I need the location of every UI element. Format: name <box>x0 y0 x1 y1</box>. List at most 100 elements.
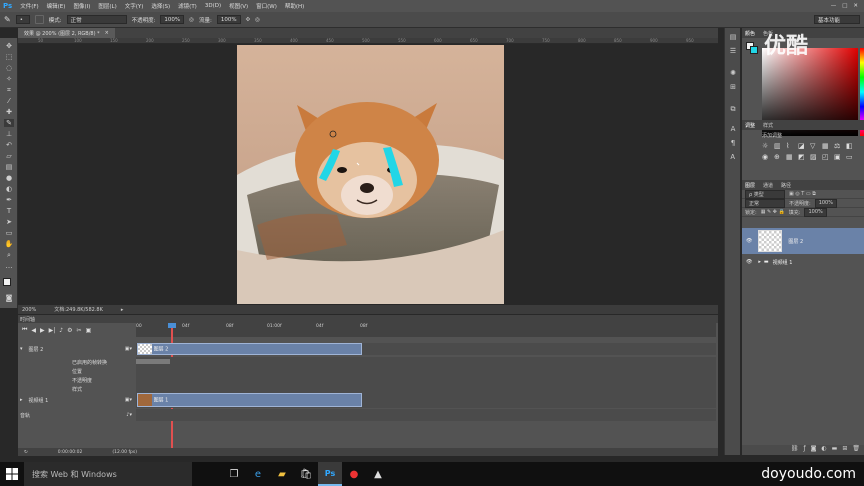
timeline-clip[interactable]: 图层 2 <box>137 343 362 355</box>
photoshop-taskbar-icon[interactable]: Ps <box>318 462 342 486</box>
opacity-input[interactable]: 100% <box>160 15 185 24</box>
blend-mode-select[interactable]: 正常 <box>745 198 785 208</box>
menu-select[interactable]: 选择(S) <box>147 2 174 10</box>
audio-icon[interactable]: ♪ <box>59 327 63 334</box>
photo-filter-icon[interactable]: ◉ <box>762 153 772 161</box>
clip-menu-icon[interactable]: ▣▾ <box>125 397 132 403</box>
expand-arrow-icon[interactable]: ▸ <box>758 259 761 265</box>
more-tools-icon[interactable]: … <box>4 262 14 270</box>
pressure-size-icon[interactable]: ◎ <box>255 17 260 23</box>
tab-color[interactable]: 颜色 <box>745 30 755 37</box>
properties-icon[interactable]: ☰ <box>728 46 738 56</box>
property-row[interactable]: 样式 <box>18 384 136 394</box>
trash-icon[interactable]: 🗑 <box>852 445 860 455</box>
next-frame-icon[interactable]: ▶| <box>49 327 56 334</box>
healing-tool-icon[interactable]: ✚ <box>4 108 14 116</box>
path-selection-tool-icon[interactable]: ➤ <box>4 218 14 226</box>
layer-row[interactable]: 👁 ▸ ▬ 视频组 1 <box>742 256 864 268</box>
transition-icon[interactable]: ▣ <box>86 327 92 334</box>
first-frame-icon[interactable]: ⏮ <box>22 326 27 334</box>
tab-paths[interactable]: 路径 <box>781 182 791 189</box>
curves-icon[interactable]: ⌇ <box>786 142 796 150</box>
magic-wand-tool-icon[interactable]: ✧ <box>4 75 14 83</box>
taskbar-search[interactable]: 搜索 Web 和 Windows <box>24 462 192 486</box>
shape-tool-icon[interactable]: ▭ <box>4 229 14 237</box>
history-icon[interactable]: ▤ <box>728 32 738 42</box>
airbrush-icon[interactable]: ✣ <box>246 17 251 23</box>
menu-window[interactable]: 窗口(W) <box>252 2 281 10</box>
audio-menu-icon[interactable]: ♪▾ <box>126 412 132 418</box>
zoom-tool-icon[interactable]: ⌕ <box>4 251 14 259</box>
new-adjustment-icon[interactable]: ◐ <box>821 445 826 455</box>
gradient-map-icon[interactable]: ▭ <box>846 153 856 161</box>
vibrance-icon[interactable]: ▽ <box>810 142 820 150</box>
photos-icon[interactable]: ▲ <box>366 462 390 486</box>
audio-track-row[interactable]: 音轨 ♪▾ <box>18 409 136 421</box>
recorder-icon[interactable]: ● <box>342 462 366 486</box>
posterize-icon[interactable]: ▨ <box>810 153 820 161</box>
split-icon[interactable]: ✂ <box>77 327 82 334</box>
gradient-tool-icon[interactable]: ▤ <box>4 163 14 171</box>
brightness-icon[interactable]: ☼ <box>762 142 772 150</box>
menu-layer[interactable]: 图层(L) <box>94 2 120 10</box>
menu-type[interactable]: 文字(Y) <box>121 2 148 10</box>
timeline-group-row[interactable]: ▸ 视频组 1 ▣▾ <box>18 394 136 406</box>
timeline-ruler[interactable]: 00 04f 08f 01:00f 04f 08f <box>136 323 716 451</box>
marquee-tool-icon[interactable]: ⬚ <box>4 53 14 61</box>
menu-image[interactable]: 图像(I) <box>69 2 94 10</box>
workspace-select[interactable]: 基本功能 <box>814 15 860 24</box>
menu-edit[interactable]: 编辑(E) <box>43 2 70 10</box>
zoom-level[interactable]: 200% <box>22 307 36 313</box>
selective-color-icon[interactable]: ▣ <box>834 153 844 161</box>
close-button[interactable]: ✕ <box>853 3 858 9</box>
new-layer-icon[interactable]: ⊞ <box>842 445 847 455</box>
document-canvas[interactable] <box>237 45 504 304</box>
tab-styles[interactable]: 样式 <box>763 122 773 129</box>
threshold-icon[interactable]: ◰ <box>822 153 832 161</box>
tab-channels[interactable]: 通道 <box>763 182 773 189</box>
blur-tool-icon[interactable]: ● <box>4 174 14 182</box>
playhead-handle[interactable] <box>168 323 176 328</box>
prev-frame-icon[interactable]: ◀ <box>31 327 36 334</box>
visibility-eye-icon[interactable]: 👁 <box>746 259 752 265</box>
mask-icon[interactable]: ◙ <box>811 445 817 455</box>
clone-source-icon[interactable]: ⧉ <box>728 104 738 114</box>
brush-tool-icon[interactable]: ✎ <box>4 119 14 127</box>
crop-tool-icon[interactable]: ⌗ <box>4 86 14 94</box>
character-icon[interactable]: A <box>728 124 738 134</box>
black-white-icon[interactable]: ◧ <box>846 142 856 150</box>
paragraph-icon[interactable]: ¶ <box>728 138 738 148</box>
pressure-opacity-icon[interactable]: ◎ <box>189 17 194 23</box>
hand-tool-icon[interactable]: ✋ <box>4 240 14 248</box>
link-layers-icon[interactable]: ⛓ <box>791 445 799 455</box>
foreground-color-swatch[interactable] <box>3 278 11 286</box>
new-group-icon[interactable]: ▬ <box>832 445 838 455</box>
brush-settings-icon[interactable]: ✺ <box>728 68 738 78</box>
layer-row[interactable]: 👁 图层 2 <box>742 228 864 254</box>
clone-stamp-tool-icon[interactable]: ⊥ <box>4 130 14 138</box>
menu-3d[interactable]: 3D(D) <box>201 3 225 9</box>
settings-icon[interactable]: ⚙ <box>67 327 72 334</box>
menu-help[interactable]: 帮助(H) <box>281 2 308 10</box>
dodge-tool-icon[interactable]: ◐ <box>4 185 14 193</box>
eyedropper-tool-icon[interactable]: ⁄ <box>4 97 14 105</box>
tab-adjustments[interactable]: 调整 <box>745 122 755 129</box>
tab-layers[interactable]: 图层 <box>745 182 755 189</box>
windows-start-button[interactable] <box>0 462 24 486</box>
layer-opacity-input[interactable]: 100% <box>814 198 837 208</box>
timeline-clip[interactable]: 图层 1 <box>137 393 362 407</box>
pen-tool-icon[interactable]: ✒ <box>4 196 14 204</box>
color-lookup-icon[interactable]: ▦ <box>786 153 796 161</box>
menu-file[interactable]: 文件(F) <box>16 2 42 10</box>
exposure-icon[interactable]: ◪ <box>798 142 808 150</box>
play-icon[interactable]: ▶ <box>40 327 45 334</box>
history-brush-tool-icon[interactable]: ↶ <box>4 141 14 149</box>
menu-view[interactable]: 视图(V) <box>225 2 252 10</box>
minimize-button[interactable]: — <box>831 3 837 9</box>
hue-saturation-icon[interactable]: ▦ <box>822 142 832 150</box>
status-menu-icon[interactable]: ▸ <box>121 307 124 313</box>
maximize-button[interactable]: □ <box>842 3 847 9</box>
type-tool-icon[interactable]: T <box>4 207 14 215</box>
glyphs-icon[interactable]: Ꭺ <box>728 152 738 162</box>
lasso-tool-icon[interactable]: ◌ <box>4 64 14 72</box>
